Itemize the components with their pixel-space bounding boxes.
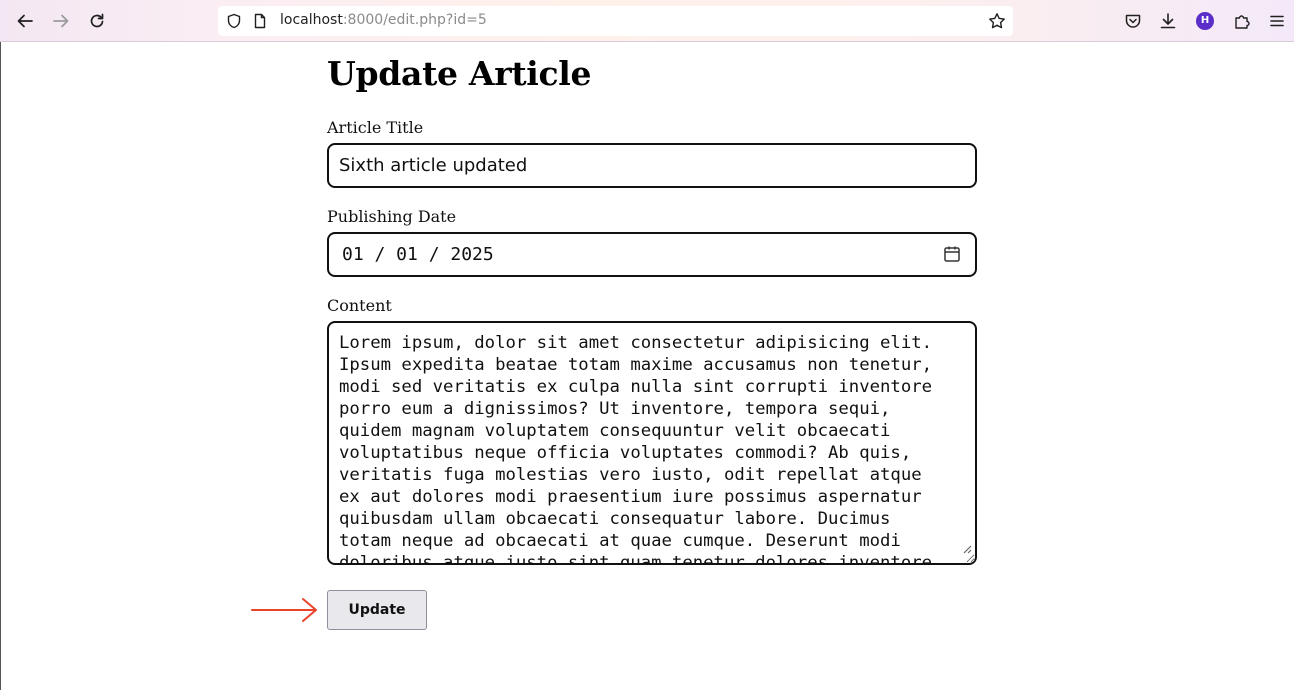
content-text: Lorem ipsum, dolor sit amet consectetur … <box>339 333 933 565</box>
url-host: localhost <box>280 12 343 28</box>
extensions-puzzle-icon[interactable] <box>1230 9 1254 33</box>
url-bar[interactable]: localhost:8000/edit.php?id=5 <box>218 6 1013 36</box>
publishing-date-value: 01 / 01 / 2025 <box>342 244 494 265</box>
publishing-date-input[interactable]: 01 / 01 / 2025 <box>327 232 977 277</box>
forward-arrow-icon[interactable] <box>49 9 73 33</box>
red-arrow-icon <box>251 596 321 628</box>
content-textarea[interactable]: Lorem ipsum, dolor sit amet consectetur … <box>327 321 977 565</box>
hamburger-menu-icon[interactable] <box>1265 9 1289 33</box>
reload-icon[interactable] <box>85 9 109 33</box>
update-button[interactable]: Update <box>327 590 427 630</box>
page-title: Update Article <box>327 54 592 93</box>
calendar-icon[interactable] <box>943 245 961 267</box>
publishing-date-label: Publishing Date <box>327 207 457 226</box>
tracking-shield-icon[interactable] <box>222 9 246 33</box>
article-title-value: Sixth article updated <box>339 155 528 176</box>
download-icon[interactable] <box>1156 9 1180 33</box>
url-text[interactable]: localhost:8000/edit.php?id=5 <box>280 12 487 28</box>
content-label: Content <box>327 296 392 315</box>
bookmark-star-icon[interactable] <box>985 9 1009 33</box>
page-content: Update Article Article Title Sixth artic… <box>0 42 1294 690</box>
profile-avatar[interactable]: H <box>1196 12 1214 30</box>
url-path: :8000/edit.php?id=5 <box>342 12 487 28</box>
page-info-icon[interactable] <box>248 9 272 33</box>
browser-toolbar: localhost:8000/edit.php?id=5 H <box>0 0 1294 42</box>
resize-grip-icon[interactable] <box>962 538 972 560</box>
article-title-input[interactable]: Sixth article updated <box>327 143 977 188</box>
pocket-icon[interactable] <box>1121 9 1145 33</box>
back-arrow-icon[interactable] <box>13 9 37 33</box>
article-title-label: Article Title <box>327 118 424 137</box>
